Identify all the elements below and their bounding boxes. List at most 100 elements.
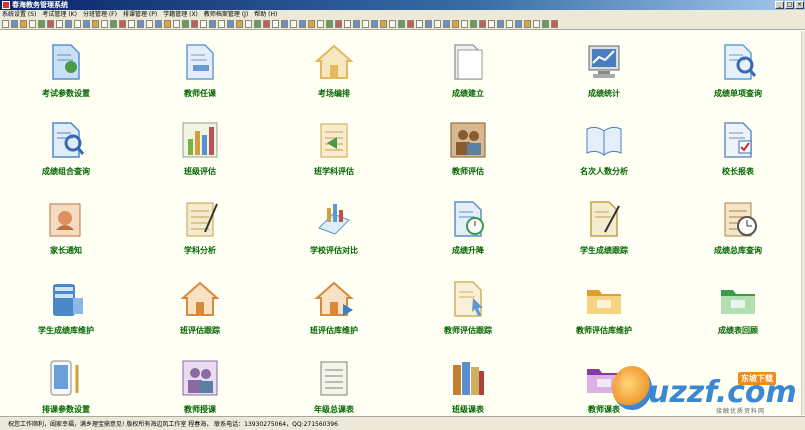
menu-schedule[interactable]: 排课管理 (P)	[123, 10, 157, 19]
function-tile[interactable]: 班评估库维护	[274, 268, 394, 338]
function-tile[interactable]: 家长通知	[6, 188, 126, 258]
function-tile[interactable]: 教师评估库维护	[544, 268, 664, 338]
toolbar-button[interactable]	[371, 20, 378, 28]
toolbar-button[interactable]	[416, 20, 423, 28]
toolbar-button[interactable]	[533, 20, 540, 28]
toolbar-button[interactable]	[119, 20, 126, 28]
function-tile[interactable]: 成绩表回顾	[678, 268, 798, 338]
function-tile[interactable]: 成绩建立	[408, 31, 528, 101]
toolbar-button[interactable]	[11, 20, 18, 28]
menu-help[interactable]: 帮助 (H)	[254, 10, 277, 19]
toolbar-button[interactable]	[362, 20, 369, 28]
toolbar-button[interactable]	[65, 20, 72, 28]
toolbar-button[interactable]	[146, 20, 153, 28]
function-tile[interactable]: 班学科评估	[274, 109, 394, 179]
toolbar-button[interactable]	[236, 20, 243, 28]
toolbar-button[interactable]	[128, 20, 135, 28]
menu-class[interactable]: 分班管理 (F)	[83, 10, 117, 19]
toolbar-button[interactable]	[551, 20, 558, 28]
toolbar-button[interactable]	[74, 20, 81, 28]
toolbar-button[interactable]	[29, 20, 36, 28]
toolbar-button[interactable]	[443, 20, 450, 28]
toolbar-button[interactable]	[83, 20, 90, 28]
toolbar-button[interactable]	[308, 20, 315, 28]
toolbar-button[interactable]	[164, 20, 171, 28]
function-tile[interactable]: 考场编排	[274, 31, 394, 101]
vertical-scrollbar[interactable]	[801, 31, 805, 415]
toolbar-button[interactable]	[200, 20, 207, 28]
close-button[interactable]: ×	[795, 1, 804, 9]
function-tile[interactable]: 教师授课	[140, 347, 260, 417]
toolbar-button[interactable]	[263, 20, 270, 28]
toolbar-button[interactable]	[20, 20, 27, 28]
toolbar-button[interactable]	[542, 20, 549, 28]
toolbar-button[interactable]	[497, 20, 504, 28]
function-tile[interactable]: 名次人数分析	[544, 109, 664, 179]
toolbar-button[interactable]	[38, 20, 45, 28]
function-tile[interactable]: 班级评估	[140, 109, 260, 179]
toolbar-button[interactable]	[344, 20, 351, 28]
function-tile[interactable]: 年级总课表	[274, 347, 394, 417]
toolbar-button[interactable]	[515, 20, 522, 28]
toolbar-button[interactable]	[389, 20, 396, 28]
menu-student-records[interactable]: 学籍管理 (X)	[163, 10, 198, 19]
toolbar-button[interactable]	[254, 20, 261, 28]
toolbar-button[interactable]	[173, 20, 180, 28]
function-tile[interactable]: 学生成绩跟踪	[544, 188, 664, 258]
function-tile[interactable]: 教师评估跟踪	[408, 268, 528, 338]
toolbar-button[interactable]	[92, 20, 99, 28]
toolbar-button[interactable]	[101, 20, 108, 28]
toolbar-button[interactable]	[272, 20, 279, 28]
toolbar-button[interactable]	[56, 20, 63, 28]
function-tile[interactable]: 成绩升降	[408, 188, 528, 258]
toolbar-button[interactable]	[281, 20, 288, 28]
toolbar-button[interactable]	[209, 20, 216, 28]
function-tile[interactable]: 成绩总库查询	[678, 188, 798, 258]
toolbar-button[interactable]	[137, 20, 144, 28]
toolbar-button[interactable]	[407, 20, 414, 28]
toolbar-button[interactable]	[290, 20, 297, 28]
function-tile[interactable]: 成绩单项查询	[678, 31, 798, 101]
function-tile[interactable]: 学生成绩库维护	[6, 268, 126, 338]
toolbar-button[interactable]	[452, 20, 459, 28]
toolbar-button[interactable]	[470, 20, 477, 28]
function-tile[interactable]: 学科分析	[140, 188, 260, 258]
maximize-button[interactable]: □	[785, 1, 794, 9]
minimize-button[interactable]: _	[775, 1, 784, 9]
toolbar-button[interactable]	[425, 20, 432, 28]
menu-teacher-records[interactable]: 教师档案管理 (J)	[204, 10, 248, 19]
toolbar-button[interactable]	[155, 20, 162, 28]
toolbar-button[interactable]	[245, 20, 252, 28]
function-tile[interactable]: 考试参数设置	[6, 31, 126, 101]
toolbar-button[interactable]	[47, 20, 54, 28]
toolbar-button[interactable]	[110, 20, 117, 28]
toolbar-button[interactable]	[227, 20, 234, 28]
toolbar-button[interactable]	[506, 20, 513, 28]
toolbar-button[interactable]	[326, 20, 333, 28]
toolbar-button[interactable]	[398, 20, 405, 28]
function-tile[interactable]: 班评估跟踪	[140, 268, 260, 338]
toolbar-button[interactable]	[335, 20, 342, 28]
function-tile[interactable]: 校长报表	[678, 109, 798, 179]
toolbar-button[interactable]	[461, 20, 468, 28]
menu-system[interactable]: 系统设置 (S)	[2, 10, 36, 19]
toolbar-button[interactable]	[218, 20, 225, 28]
toolbar-button[interactable]	[182, 20, 189, 28]
toolbar-button[interactable]	[317, 20, 324, 28]
function-tile[interactable]: 成绩统计	[544, 31, 664, 101]
toolbar-button[interactable]	[380, 20, 387, 28]
toolbar-button[interactable]	[434, 20, 441, 28]
toolbar-button[interactable]	[488, 20, 495, 28]
toolbar-button[interactable]	[353, 20, 360, 28]
function-tile[interactable]: 班级课表	[408, 347, 528, 417]
function-tile[interactable]: 学校评估对比	[274, 188, 394, 258]
toolbar-button[interactable]	[299, 20, 306, 28]
toolbar-button[interactable]	[479, 20, 486, 28]
function-tile[interactable]: 教师评估	[408, 109, 528, 179]
function-tile[interactable]: 教师任课	[140, 31, 260, 101]
menu-exam[interactable]: 考试管理 (K)	[42, 10, 77, 19]
toolbar-button[interactable]	[191, 20, 198, 28]
toolbar-button[interactable]	[524, 20, 531, 28]
function-tile[interactable]: 成绩组合查询	[6, 109, 126, 179]
function-tile[interactable]: 排课参数设置	[6, 347, 126, 417]
